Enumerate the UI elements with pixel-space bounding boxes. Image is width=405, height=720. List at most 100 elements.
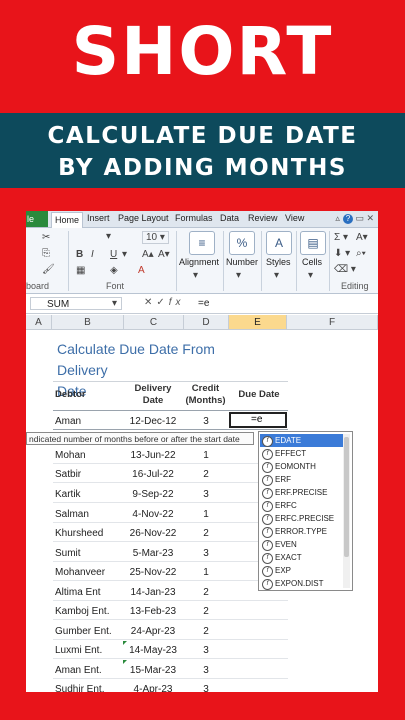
font-name-dropdown[interactable]: ▾ (106, 231, 111, 242)
insert-function-icon[interactable]: fx (169, 297, 185, 308)
credit-months-cell[interactable]: 2 (191, 606, 221, 617)
column-header-a[interactable]: A (26, 315, 52, 330)
styles-button[interactable]: A (266, 231, 292, 255)
number-format-button[interactable]: % (229, 231, 255, 255)
credit-months-cell[interactable]: 1 (191, 509, 221, 520)
autocomplete-item[interactable]: f EXACT (260, 551, 344, 564)
autocomplete-item[interactable]: f ERROR.TYPE (260, 525, 344, 538)
delivery-date-cell[interactable]: 4-Apr-23 (123, 684, 183, 692)
styles-dropdown-icon[interactable]: ▾ (274, 270, 279, 281)
debtor-cell[interactable]: Kartik (55, 489, 81, 500)
autocomplete-item[interactable]: f EXP (260, 564, 344, 577)
column-header-d[interactable]: D (184, 315, 229, 330)
cut-icon[interactable]: ✂ (42, 232, 50, 243)
credit-months-cell[interactable]: 3 (191, 489, 221, 500)
formula-input[interactable]: =e (198, 298, 209, 309)
autosum-icon[interactable]: Σ ▾ (334, 232, 348, 243)
autocomplete-item[interactable]: f ERF.PRECISE (260, 486, 344, 499)
credit-months-cell[interactable]: 2 (191, 469, 221, 480)
copy-icon[interactable]: ⎘ (42, 248, 50, 259)
minimize-ribbon-icon[interactable]: ▵ (335, 213, 340, 223)
underline-button[interactable]: U (110, 249, 117, 260)
help-icon[interactable]: ? (342, 214, 353, 224)
autocomplete-item[interactable]: f EFFECT (260, 447, 344, 460)
font-size-select[interactable]: 10 ▾ (142, 231, 169, 244)
credit-months-cell[interactable]: 3 (191, 645, 221, 656)
number-dropdown-icon[interactable]: ▾ (236, 270, 241, 281)
debtor-cell[interactable]: Mohan (55, 450, 86, 461)
bold-button[interactable]: B (76, 249, 83, 260)
autocomplete-item[interactable]: f EXPON.DIST (260, 577, 344, 590)
credit-months-cell[interactable]: 3 (191, 684, 221, 692)
name-box-dropdown-icon[interactable]: ▾ (112, 298, 117, 309)
debtor-cell[interactable]: Mohanveer (55, 567, 105, 578)
active-cell-e[interactable]: =e (229, 412, 287, 428)
delivery-date-cell[interactable]: 14-May-23 (123, 645, 183, 656)
debtor-cell[interactable]: Khursheed (55, 528, 103, 539)
delivery-date-cell[interactable]: 13-Jun-22 (123, 450, 183, 461)
grow-font-icon[interactable]: A▴ (142, 249, 154, 260)
column-header-b[interactable]: B (52, 315, 124, 330)
debtor-cell[interactable]: Salman (55, 509, 89, 520)
autocomplete-item[interactable]: f ERFC.PRECISE (260, 512, 344, 525)
cancel-icon[interactable]: ✕ (144, 297, 156, 308)
delivery-date-cell[interactable]: 26-Nov-22 (123, 528, 183, 539)
fill-icon[interactable]: ⬇ ▾ (334, 248, 350, 259)
credit-months-cell[interactable]: 2 (191, 626, 221, 637)
tab-review[interactable]: Review (248, 213, 278, 223)
autocomplete-scroll-thumb[interactable] (344, 437, 349, 557)
delivery-date-cell[interactable]: 5-Mar-23 (123, 548, 183, 559)
alignment-dropdown-icon[interactable]: ▾ (193, 270, 198, 281)
alignment-button[interactable]: ≡ (189, 231, 215, 255)
autocomplete-item[interactable]: f EDATE (260, 434, 344, 447)
debtor-cell[interactable]: Altima Ent (55, 587, 101, 598)
debtor-cell[interactable]: Gumber Ent. (55, 626, 112, 637)
enter-icon[interactable]: ✓ (156, 297, 168, 308)
delivery-date-cell[interactable]: 25-Nov-22 (123, 567, 183, 578)
tab-view[interactable]: View (285, 213, 304, 223)
delivery-date-cell[interactable]: 15-Mar-23 (123, 665, 183, 676)
debtor-cell[interactable]: Kamboj Ent. (55, 606, 109, 617)
autocomplete-item[interactable]: f ERF (260, 473, 344, 486)
debtor-cell[interactable]: Sudhir Ent. (55, 684, 104, 692)
delivery-date-cell[interactable]: 4-Nov-22 (123, 509, 183, 520)
tab-page-layout[interactable]: Page Layout (118, 213, 169, 223)
tab-data[interactable]: Data (220, 213, 239, 223)
credit-months-cell[interactable]: 1 (191, 450, 221, 461)
shrink-font-icon[interactable]: A▾ (158, 249, 170, 260)
cells-dropdown-icon[interactable]: ▾ (308, 270, 313, 281)
credit-months-cell[interactable]: 2 (191, 587, 221, 598)
column-header-f[interactable]: F (287, 315, 378, 330)
credit-months-cell[interactable]: 3 (191, 548, 221, 559)
delivery-date-cell[interactable]: 12-Dec-12 (123, 416, 183, 427)
credit-months-cell[interactable]: 1 (191, 567, 221, 578)
fill-color-icon[interactable]: ◈ (110, 265, 118, 276)
delivery-date-cell[interactable]: 13-Feb-23 (123, 606, 183, 617)
debtor-cell[interactable]: Aman Ent. (55, 665, 102, 676)
debtor-cell[interactable]: Satbir (55, 469, 81, 480)
column-header-e[interactable]: E (229, 315, 287, 330)
delivery-date-cell[interactable]: 14-Jan-23 (123, 587, 183, 598)
delivery-date-cell[interactable]: 16-Jul-22 (123, 469, 183, 480)
cells-button[interactable]: ▤ (300, 231, 326, 255)
name-box[interactable]: SUM (30, 297, 122, 310)
italic-button[interactable]: I (91, 249, 94, 260)
borders-icon[interactable]: ▦ (76, 265, 85, 276)
credit-months-cell[interactable]: 3 (191, 416, 221, 427)
find-select-icon[interactable]: ⌕▾ (356, 248, 366, 259)
sort-filter-icon[interactable]: A▾ (356, 232, 368, 243)
delivery-date-cell[interactable]: 24-Apr-23 (123, 626, 183, 637)
debtor-cell[interactable]: Luxmi Ent. (55, 645, 102, 656)
delivery-date-cell[interactable]: 9-Sep-22 (123, 489, 183, 500)
tab-insert[interactable]: Insert (87, 213, 110, 223)
tab-file[interactable]: le (26, 211, 48, 227)
credit-months-cell[interactable]: 2 (191, 528, 221, 539)
autocomplete-item[interactable]: f EVEN (260, 538, 344, 551)
autocomplete-item[interactable]: f EOMONTH (260, 460, 344, 473)
column-header-c[interactable]: C (124, 315, 184, 330)
debtor-cell[interactable]: Sumit (55, 548, 81, 559)
format-painter-icon[interactable]: 🖌 (42, 264, 55, 275)
close-window-icon[interactable]: ✕ (366, 213, 374, 223)
clear-icon[interactable]: ⌫ ▾ (334, 264, 356, 275)
tab-home[interactable]: Home (51, 212, 84, 228)
